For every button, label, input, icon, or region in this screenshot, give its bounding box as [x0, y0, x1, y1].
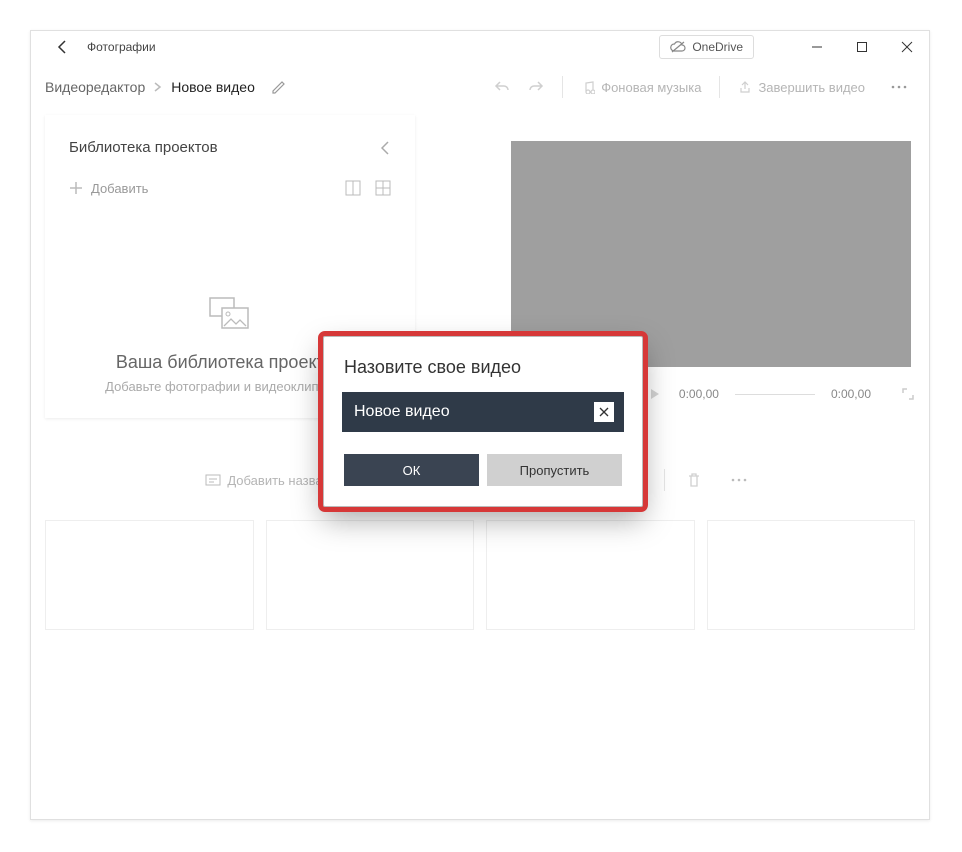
window-controls: [794, 31, 929, 63]
minimize-button[interactable]: [794, 31, 839, 63]
add-media-button[interactable]: Добавить: [69, 181, 148, 196]
app-title: Фотографии: [87, 40, 156, 54]
next-frame-button[interactable]: [649, 387, 663, 401]
title-card-icon: [205, 474, 221, 486]
view-grid-icon[interactable]: [375, 180, 391, 196]
redo-button[interactable]: [528, 80, 544, 94]
skip-button[interactable]: Пропустить: [487, 454, 622, 486]
titlebar: Фотографии OneDrive: [31, 31, 929, 63]
maximize-button[interactable]: [839, 31, 884, 63]
plus-icon: [69, 181, 83, 195]
close-icon: [599, 407, 609, 417]
bg-music-button[interactable]: Фоновая музыка: [581, 80, 701, 95]
breadcrumb-root[interactable]: Видеоредактор: [45, 79, 145, 95]
export-icon: [738, 80, 752, 94]
clip-slot[interactable]: [707, 520, 916, 630]
edit-title-button[interactable]: [263, 71, 295, 103]
toolbar-divider: [664, 469, 665, 491]
undo-button[interactable]: [494, 80, 510, 94]
ok-button[interactable]: ОК: [344, 454, 479, 486]
view-toggles: [345, 180, 391, 196]
breadcrumb-bar: Видеоредактор Новое видео Фоновая музыка: [31, 63, 929, 111]
more-button[interactable]: [883, 71, 915, 103]
top-toolbar: Фоновая музыка Завершить видео: [494, 71, 915, 103]
music-icon: [581, 80, 595, 94]
progress-bar[interactable]: [735, 394, 815, 395]
breadcrumb-current[interactable]: Новое видео: [171, 79, 255, 95]
onedrive-label: OneDrive: [692, 40, 743, 54]
dialog-title: Назовите свое видео: [344, 357, 622, 378]
onedrive-chip[interactable]: OneDrive: [659, 35, 754, 59]
name-video-dialog: Назовите свое видео ОК Пропустить: [323, 336, 643, 507]
clip-slot[interactable]: [45, 520, 254, 630]
video-preview[interactable]: [511, 141, 911, 367]
delete-clip-button[interactable]: [687, 472, 701, 488]
video-name-input[interactable]: [344, 394, 622, 430]
clip-slot[interactable]: [486, 520, 695, 630]
clear-input-button[interactable]: [594, 402, 614, 422]
library-collapse-button[interactable]: [379, 140, 391, 156]
time-total: 0:00,00: [831, 387, 871, 401]
storyboard-more-button[interactable]: [723, 464, 755, 496]
view-single-icon[interactable]: [345, 180, 361, 196]
storyboard-strip: [31, 496, 929, 630]
fullscreen-button[interactable]: [901, 387, 915, 401]
close-button[interactable]: [884, 31, 929, 63]
toolbar-divider: [562, 76, 563, 98]
toolbar-divider: [719, 76, 720, 98]
chevron-right-icon: [153, 82, 163, 92]
media-collection-icon: [208, 296, 252, 332]
finish-video-button[interactable]: Завершить видео: [738, 80, 865, 95]
time-current: 0:00,00: [679, 387, 719, 401]
cloud-icon: [670, 41, 686, 53]
library-title: Библиотека проектов: [69, 139, 218, 156]
clip-slot[interactable]: [266, 520, 475, 630]
back-button[interactable]: [47, 31, 79, 63]
